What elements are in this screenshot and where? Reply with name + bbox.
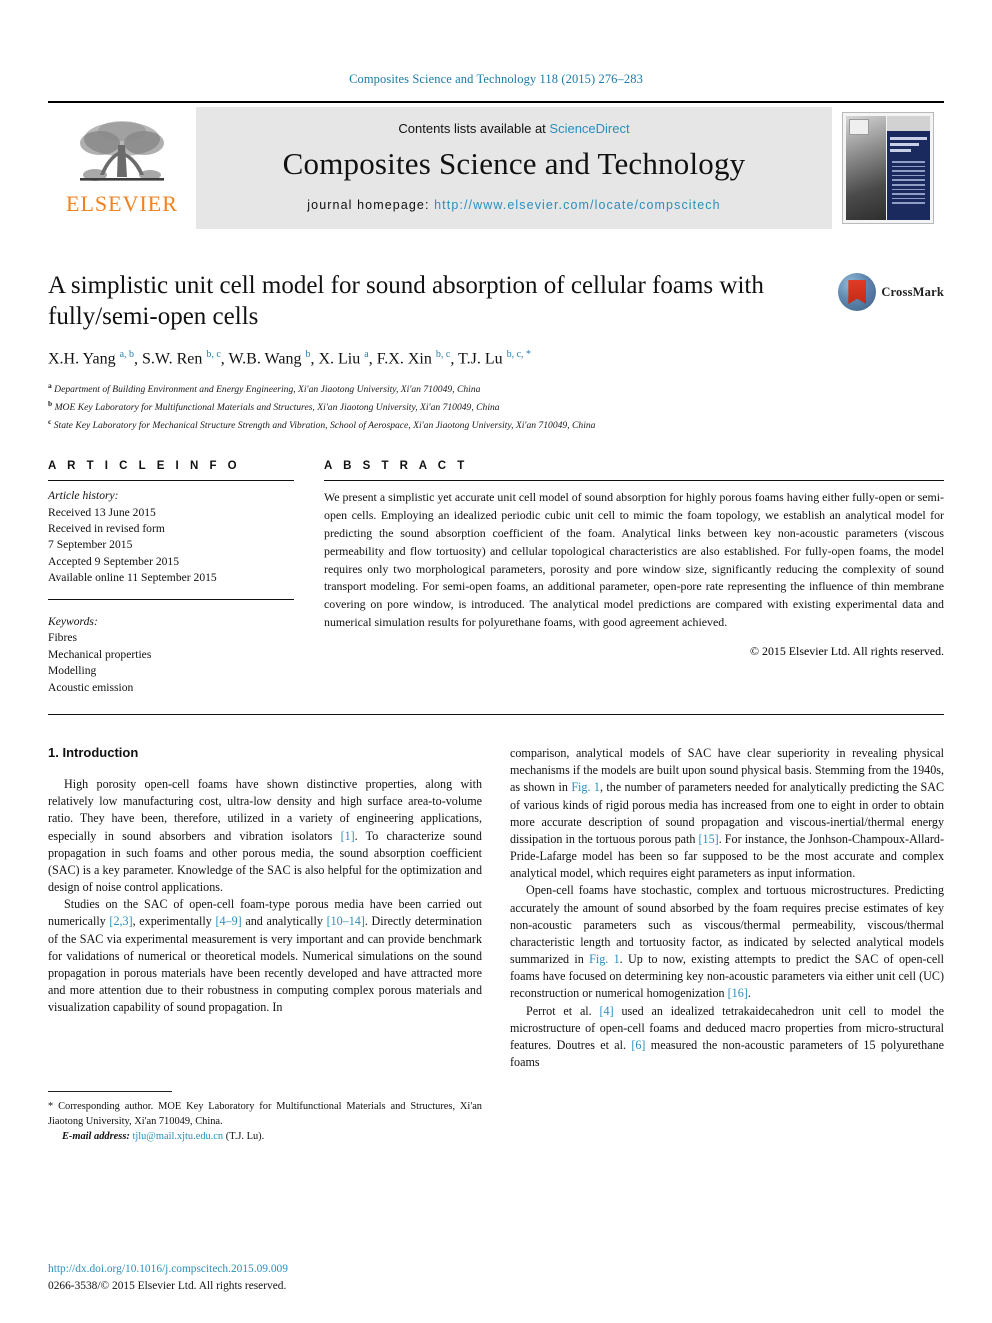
footnote-rule bbox=[48, 1091, 172, 1093]
citation-link[interactable]: [16] bbox=[728, 986, 748, 1000]
list-item: Accepted 9 September 2015 bbox=[48, 554, 180, 568]
info-abstract-region: A R T I C L E I N F O Article history: R… bbox=[48, 460, 944, 696]
footnote-corresponding: Corresponding author. MOE Key Laboratory… bbox=[48, 1101, 482, 1128]
cover-text-lines bbox=[892, 161, 925, 207]
keywords-block: Keywords: Fibres Mechanical properties Mod… bbox=[48, 608, 294, 696]
page-title: A simplistic unit cell model for sound a… bbox=[48, 272, 764, 330]
body-columns: 1. Introduction High porosity open-cell … bbox=[48, 745, 944, 1144]
citation-link[interactable]: [15] bbox=[699, 832, 719, 846]
email-owner: (T.J. Lu). bbox=[225, 1131, 265, 1143]
article-history: Article history: Received 13 June 2015 Re… bbox=[48, 481, 294, 587]
list-item: Modelling bbox=[48, 664, 97, 678]
citation-link[interactable]: [1] bbox=[341, 829, 355, 843]
affiliation: c State Key Laboratory for Mechanical St… bbox=[48, 417, 596, 432]
author-list: X.H. Yang a, b, S.W. Ren b, c, W.B. Wang… bbox=[48, 349, 532, 368]
affiliation-list: a Department of Building Environment and… bbox=[48, 380, 824, 434]
body-paragraph: Studies on the SAC of open-cell foam-typ… bbox=[48, 897, 482, 1015]
email-label: E-mail address: bbox=[62, 1131, 130, 1143]
keywords-rule bbox=[48, 598, 294, 608]
body-paragraph: Perrot et al. [4] used an idealized tetr… bbox=[510, 1003, 945, 1070]
abstract-column: A B S T R A C T We present a simplistic … bbox=[324, 460, 944, 696]
journal-cover-thumbnail bbox=[832, 107, 944, 229]
citation-link[interactable]: Fig. 1 bbox=[571, 780, 600, 794]
body-paragraph: comparison, analytical models of SAC hav… bbox=[510, 746, 945, 881]
list-item: Mechanical properties bbox=[48, 647, 152, 661]
left-column-paragraphs: High porosity open-cell foams have shown… bbox=[48, 776, 482, 1016]
footer-block: http://dx.doi.org/10.1016/j.compscitech.… bbox=[48, 1261, 482, 1295]
keywords-label: Keywords: bbox=[48, 614, 98, 628]
masthead: ELSEVIER Contents lists available at Sci… bbox=[48, 101, 944, 229]
journal-homepage-line: journal homepage: http://www.elsevier.co… bbox=[307, 198, 720, 212]
contents-line: Contents lists available at ScienceDirec… bbox=[398, 121, 629, 136]
elsevier-tree-icon bbox=[80, 121, 164, 181]
body-paragraph: Open-cell foams have stochastic, complex… bbox=[510, 883, 945, 1001]
cover-photo bbox=[846, 116, 886, 220]
affiliation: b MOE Key Laboratory for Multifunctional… bbox=[48, 398, 500, 414]
keyword-items: Fibres Mechanical properties Modelling Acou… bbox=[48, 630, 294, 696]
sciencedirect-link[interactable]: ScienceDirect bbox=[549, 121, 629, 136]
title-block: CrossMark A simplistic unit cell model f… bbox=[48, 271, 944, 434]
affiliation: a Department of Building Environment and… bbox=[48, 380, 481, 396]
homepage-label: journal homepage: bbox=[307, 197, 435, 212]
email-link[interactable]: tjlu@mail.xjtu.edu.cn bbox=[132, 1131, 223, 1142]
citation-link[interactable]: [6] bbox=[631, 1038, 645, 1052]
list-item: Received 13 June 2015 bbox=[48, 505, 156, 519]
citation-link[interactable]: Fig. 1 bbox=[589, 952, 620, 966]
footnote-text: * Corresponding author. MOE Key Laborato… bbox=[48, 1099, 482, 1144]
abstract-copyright: © 2015 Elsevier Ltd. All rights reserved… bbox=[750, 643, 944, 658]
masthead-center: Contents lists available at ScienceDirec… bbox=[196, 107, 832, 229]
citation-link[interactable]: [4–9] bbox=[215, 914, 241, 928]
homepage-url-link[interactable]: http://www.elsevier.com/locate/compscite… bbox=[434, 198, 721, 212]
elsevier-wordmark: ELSEVIER bbox=[66, 191, 178, 216]
contents-prefix: Contents lists available at bbox=[398, 120, 550, 136]
list-item: Fibres bbox=[48, 631, 77, 645]
article-info-column: A R T I C L E I N F O Article history: R… bbox=[48, 460, 294, 696]
list-item: Received in revised form bbox=[48, 521, 165, 535]
abstract-bottom-rule bbox=[48, 714, 944, 716]
cover-header-band bbox=[887, 116, 930, 131]
right-column-paragraphs: comparison, analytical models of SAC hav… bbox=[510, 745, 944, 1071]
abstract-text: We present a simplistic yet accurate uni… bbox=[324, 490, 944, 630]
left-column: 1. Introduction High porosity open-cell … bbox=[48, 745, 482, 1144]
cover-image bbox=[842, 112, 934, 224]
list-item: 7 September 2015 bbox=[48, 538, 133, 552]
citation-link[interactable]: [2,3] bbox=[109, 914, 132, 928]
corresponding-author-footnote: * Corresponding author. MOE Key Laborato… bbox=[48, 1091, 482, 1144]
running-head: Composites Science and Technology 118 (2… bbox=[349, 72, 643, 86]
doi-link[interactable]: http://dx.doi.org/10.1016/j.compscitech.… bbox=[48, 1261, 482, 1278]
list-item: Acoustic emission bbox=[48, 680, 134, 694]
list-item: Available online 11 September 2015 bbox=[48, 571, 217, 585]
crossmark-icon bbox=[838, 273, 877, 311]
history-label: Article history: bbox=[48, 489, 119, 503]
body-paragraph: High porosity open-cell foams have shown… bbox=[48, 777, 482, 895]
journal-article-page: Composites Science and Technology 118 (2… bbox=[0, 0, 992, 1323]
issn-copyright: 0266-3538/© 2015 Elsevier Ltd. All right… bbox=[48, 1279, 287, 1292]
journal-title: Composites Science and Technology bbox=[282, 145, 746, 181]
section-heading-introduction: 1. Introduction bbox=[48, 745, 139, 761]
citation-link[interactable]: [10–14] bbox=[327, 914, 365, 928]
right-column: comparison, analytical models of SAC hav… bbox=[510, 745, 944, 1144]
crossmark-badge[interactable]: CrossMark bbox=[838, 273, 944, 311]
abstract-heading: A B S T R A C T bbox=[324, 460, 469, 473]
masthead-top-rule bbox=[48, 101, 944, 103]
article-info-heading: A R T I C L E I N F O bbox=[48, 460, 241, 473]
history-items: Received 13 June 2015 Received in revised… bbox=[48, 505, 294, 587]
elsevier-logo: ELSEVIER bbox=[48, 107, 196, 229]
crossmark-label: CrossMark bbox=[881, 284, 944, 299]
citation-link[interactable]: [4] bbox=[600, 1004, 614, 1018]
